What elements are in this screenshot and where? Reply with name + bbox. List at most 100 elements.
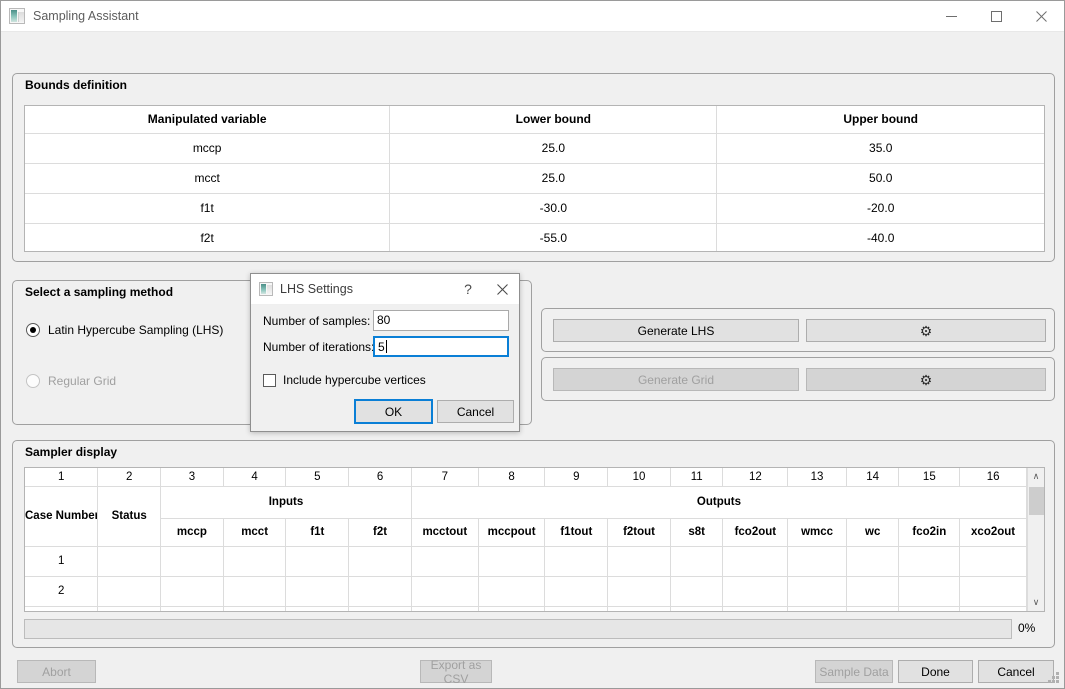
bounds-cell-lower[interactable]: -30.0: [389, 193, 718, 224]
sampler-cell[interactable]: [160, 546, 224, 577]
bounds-cell-variable[interactable]: mcct: [25, 163, 391, 194]
sampler-cell[interactable]: [223, 606, 287, 611]
sampler-varheader-f2tout[interactable]: f2tout: [607, 518, 671, 547]
sampler-colnum-9[interactable]: 9: [544, 468, 609, 487]
sampler-cell[interactable]: [846, 606, 900, 611]
bounds-cell-upper[interactable]: -20.0: [716, 193, 1044, 224]
minimize-button[interactable]: [929, 1, 974, 32]
sampler-cell-case-number[interactable]: 2: [25, 576, 99, 607]
sampler-cell[interactable]: [544, 576, 609, 607]
bounds-cell-upper[interactable]: 50.0: [716, 163, 1044, 194]
table-row[interactable]: 2: [25, 576, 1027, 607]
sampler-cell[interactable]: [722, 576, 789, 607]
bounds-col-header-variable[interactable]: Manipulated variable: [25, 106, 391, 134]
sampler-varheader-f1tout[interactable]: f1tout: [544, 518, 609, 547]
sampler-cell[interactable]: [670, 576, 724, 607]
sampler-colnum-10[interactable]: 10: [607, 468, 671, 487]
sampler-cell[interactable]: [722, 546, 789, 577]
sampler-cell[interactable]: [607, 606, 671, 611]
sampler-cell[interactable]: [544, 546, 609, 577]
bounds-cell-lower[interactable]: 25.0: [389, 133, 718, 164]
generate-lhs-button[interactable]: Generate LHS: [553, 319, 799, 342]
radio-button-icon[interactable]: [26, 323, 40, 337]
radio-option-lhs[interactable]: Latin Hypercube Sampling (LHS): [26, 323, 223, 337]
sampler-cell[interactable]: [223, 546, 287, 577]
resize-grip-icon[interactable]: [1047, 672, 1060, 685]
sampler-colnum-2[interactable]: 2: [97, 468, 162, 487]
sampler-cell[interactable]: [97, 606, 162, 611]
sampler-colnum-1[interactable]: 1: [25, 468, 99, 487]
sampler-cell[interactable]: [607, 546, 671, 577]
sampler-cell[interactable]: [544, 606, 609, 611]
sampler-colnum-4[interactable]: 4: [223, 468, 287, 487]
sampler-colnum-15[interactable]: 15: [898, 468, 961, 487]
checkbox-icon[interactable]: [263, 373, 276, 387]
sampler-cell[interactable]: [846, 546, 900, 577]
sampler-colnum-14[interactable]: 14: [846, 468, 900, 487]
bounds-cell-variable[interactable]: mccp: [25, 133, 391, 164]
table-row[interactable]: [25, 606, 1027, 611]
sampler-cell[interactable]: [223, 576, 287, 607]
bounds-cell-lower[interactable]: -55.0: [389, 223, 718, 251]
bounds-cell-variable[interactable]: f1t: [25, 193, 391, 224]
table-row[interactable]: 1: [25, 546, 1027, 577]
table-row[interactable]: mccp 25.0 35.0: [25, 133, 1044, 164]
sampler-cell[interactable]: [959, 576, 1027, 607]
sampler-cell[interactable]: [787, 576, 847, 607]
sampler-varheader-mccp[interactable]: mccp: [160, 518, 224, 547]
sampler-colnum-12[interactable]: 12: [722, 468, 789, 487]
bounds-cell-lower[interactable]: 25.0: [389, 163, 718, 194]
sampler-varheader-mcctout[interactable]: mcctout: [411, 518, 479, 547]
sampler-cell[interactable]: [285, 606, 350, 611]
sampler-cell[interactable]: [160, 606, 224, 611]
close-button[interactable]: [1019, 1, 1064, 32]
sampler-varheader-s8t[interactable]: s8t: [670, 518, 724, 547]
number-of-iterations-input[interactable]: 5: [373, 336, 509, 357]
sampler-cell[interactable]: [411, 606, 479, 611]
sampler-cell[interactable]: [846, 576, 900, 607]
done-button[interactable]: Done: [898, 660, 973, 683]
help-icon[interactable]: ?: [451, 274, 485, 305]
dialog-cancel-button[interactable]: Cancel: [437, 400, 514, 423]
sampler-cell[interactable]: [478, 606, 546, 611]
sampler-varheader-fco2in[interactable]: fco2in: [898, 518, 961, 547]
sampler-cell[interactable]: [25, 606, 99, 611]
lhs-settings-button[interactable]: ⚙: [806, 319, 1046, 342]
table-row[interactable]: f2t -55.0 -40.0: [25, 223, 1044, 251]
bounds-col-header-upper[interactable]: Upper bound: [716, 106, 1044, 134]
sampler-colnum-11[interactable]: 11: [670, 468, 724, 487]
sampler-varheader-xco2out[interactable]: xco2out: [959, 518, 1027, 547]
bounds-cell-upper[interactable]: 35.0: [716, 133, 1044, 164]
table-row[interactable]: f1t -30.0 -20.0: [25, 193, 1044, 224]
sampler-cell[interactable]: [478, 546, 546, 577]
maximize-button[interactable]: [974, 1, 1019, 32]
sampler-colnum-8[interactable]: 8: [478, 468, 546, 487]
sampler-cell-status[interactable]: [97, 576, 162, 607]
sampler-colnum-5[interactable]: 5: [285, 468, 350, 487]
sampler-colnum-7[interactable]: 7: [411, 468, 479, 487]
scrollbar-thumb[interactable]: [1028, 487, 1044, 515]
sampler-cell[interactable]: [285, 546, 350, 577]
sampler-cell[interactable]: [411, 576, 479, 607]
sampler-cell[interactable]: [787, 546, 847, 577]
sampler-varheader-f1t[interactable]: f1t: [285, 518, 350, 547]
sampler-cell[interactable]: [670, 546, 724, 577]
sampler-colnum-16[interactable]: 16: [959, 468, 1027, 487]
bounds-col-header-lower[interactable]: Lower bound: [389, 106, 718, 134]
sampler-cell[interactable]: [348, 606, 412, 611]
sampler-cell[interactable]: [478, 576, 546, 607]
cancel-button[interactable]: Cancel: [978, 660, 1054, 683]
sampler-varheader-mccpout[interactable]: mccpout: [478, 518, 546, 547]
bounds-cell-upper[interactable]: -40.0: [716, 223, 1044, 251]
sampler-vertical-scrollbar[interactable]: ∧ ∨: [1027, 468, 1044, 611]
bounds-cell-variable[interactable]: f2t: [25, 223, 391, 251]
sampler-cell[interactable]: [959, 606, 1027, 611]
include-hypercube-vertices-checkbox-row[interactable]: Include hypercube vertices: [263, 373, 426, 387]
sampler-cell[interactable]: [959, 546, 1027, 577]
sampler-cell[interactable]: [285, 576, 350, 607]
scroll-down-arrow-icon[interactable]: ∨: [1028, 594, 1045, 611]
grid-settings-button[interactable]: ⚙: [806, 368, 1046, 391]
sampler-varheader-wmcc[interactable]: wmcc: [787, 518, 847, 547]
sampler-cell[interactable]: [348, 576, 412, 607]
sampler-cell[interactable]: [411, 546, 479, 577]
